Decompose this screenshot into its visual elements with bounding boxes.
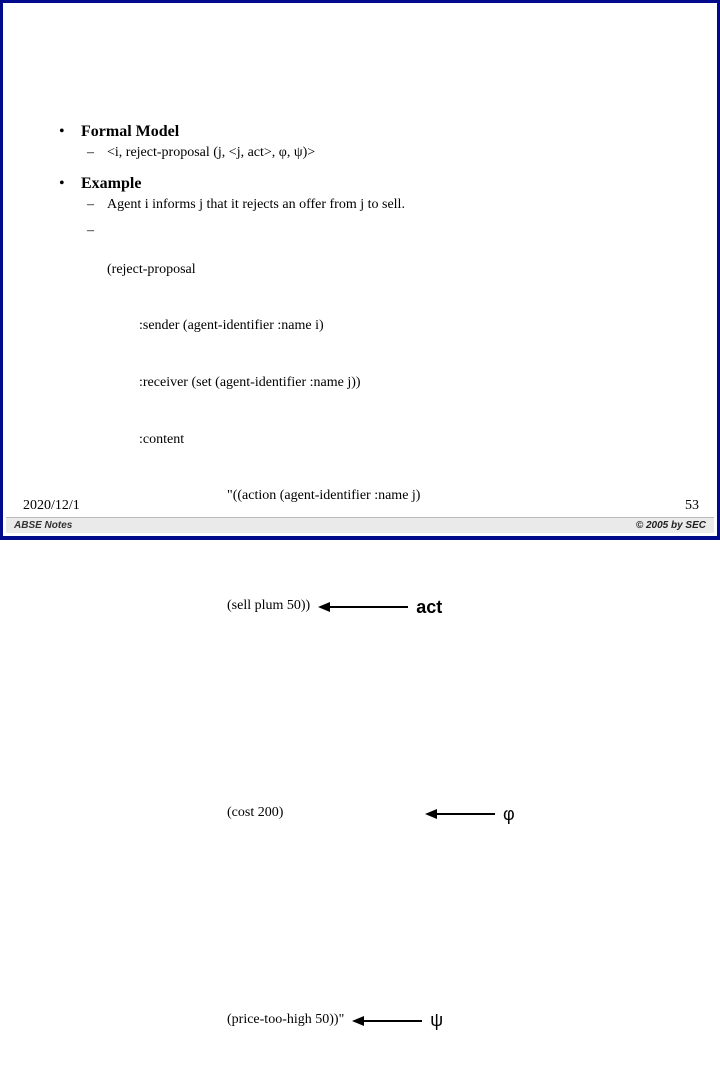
arrow-left-icon bbox=[425, 770, 495, 858]
footer-date: 2020/12/1 bbox=[23, 498, 80, 514]
code-line-5: (sell plum 50)) bbox=[107, 597, 310, 616]
annotation-psi: ψ bbox=[430, 1008, 443, 1032]
annotation-act: act bbox=[416, 595, 442, 619]
annotation-phi: φ bbox=[503, 802, 515, 826]
code-line-0: (reject-proposal bbox=[107, 261, 667, 280]
formal-model-expression: <i, reject-proposal (j, <j, act>, φ, ψ)> bbox=[81, 145, 667, 161]
code-line-6: (cost 200) bbox=[107, 804, 417, 823]
example-code: (reject-proposal :sender (agent-identifi… bbox=[81, 223, 667, 1080]
example-description: Agent i informs j that it rejects an off… bbox=[81, 197, 667, 213]
slide-content: Formal Model <i, reject-proposal (j, <j,… bbox=[53, 123, 667, 1080]
footer-left-label: ABSE Notes bbox=[14, 520, 72, 531]
bullet-list-level1: Formal Model <i, reject-proposal (j, <j,… bbox=[53, 123, 667, 1080]
code-line-3: :content bbox=[107, 431, 667, 450]
code-line-2: :receiver (set (agent-identifier :name j… bbox=[107, 374, 667, 393]
formal-model-items: <i, reject-proposal (j, <j, act>, φ, ψ)> bbox=[81, 145, 667, 161]
heading-example: Example bbox=[81, 175, 141, 192]
arrow-left-icon bbox=[318, 563, 408, 651]
code-line-4: "((action (agent-identifier :name j) bbox=[107, 487, 667, 506]
code-line-7: (price-too-high 50))" bbox=[107, 1011, 344, 1030]
slide-frame: Formal Model <i, reject-proposal (j, <j,… bbox=[0, 0, 720, 540]
code-line-5-row: (sell plum 50)) act bbox=[107, 563, 667, 651]
section-formal-model: Formal Model <i, reject-proposal (j, <j,… bbox=[53, 123, 667, 161]
footer-right-label: © 2005 by SEC bbox=[636, 520, 706, 531]
code-block: (reject-proposal :sender (agent-identifi… bbox=[107, 223, 667, 1080]
code-line-1: :sender (agent-identifier :name i) bbox=[107, 317, 667, 336]
heading-formal-model: Formal Model bbox=[81, 123, 179, 140]
footer-page-number: 53 bbox=[685, 498, 699, 514]
code-line-7-row: (price-too-high 50))" ψ bbox=[107, 977, 667, 1065]
arrow-left-icon bbox=[352, 977, 422, 1065]
footer-bar: ABSE Notes © 2005 by SEC bbox=[6, 517, 714, 533]
section-example: Example Agent i informs j that it reject… bbox=[53, 175, 667, 1080]
code-line-6-row: (cost 200) φ bbox=[107, 770, 667, 858]
example-items: Agent i informs j that it rejects an off… bbox=[81, 197, 667, 1080]
